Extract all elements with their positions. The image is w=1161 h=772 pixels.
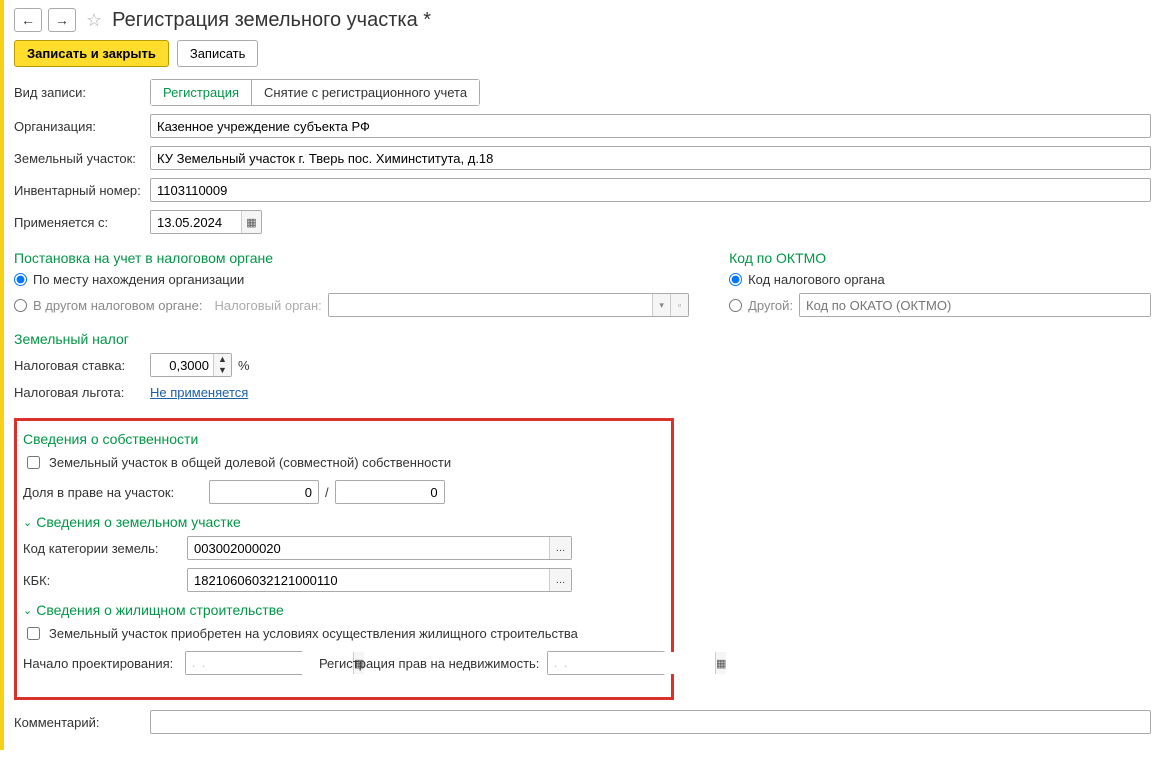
plot-info-expander[interactable]: ⌄ Сведения о земельном участке — [23, 514, 665, 530]
tax-reg-location-radio[interactable] — [14, 273, 27, 286]
kbk-combo[interactable]: … — [187, 568, 572, 592]
percent-label: % — [238, 358, 250, 373]
favorite-star-icon[interactable]: ☆ — [86, 10, 102, 31]
highlighted-section: Сведения о собственности Земельный участ… — [14, 418, 674, 700]
organization-label: Организация: — [14, 119, 144, 134]
oktmo-title: Код по ОКТМО — [729, 250, 1151, 266]
kbk-label: КБК: — [23, 573, 181, 588]
ellipsis-icon[interactable]: … — [549, 537, 571, 559]
record-type-deregistration[interactable]: Снятие с регистрационного учета — [252, 79, 480, 106]
organization-input[interactable] — [150, 114, 1151, 138]
tax-reg-other-radio[interactable] — [14, 299, 27, 312]
comment-label: Комментарий: — [14, 715, 144, 730]
calendar-icon[interactable]: ▦ — [241, 211, 261, 233]
oktmo-tax-code-radio[interactable] — [729, 273, 742, 286]
share-separator: / — [325, 485, 329, 500]
oktmo-other-radio[interactable] — [729, 299, 742, 312]
oktmo-other-label: Другой: — [748, 298, 793, 313]
record-type-label: Вид записи: — [14, 85, 144, 100]
save-button[interactable]: Записать — [177, 40, 259, 67]
calendar-icon[interactable]: ▦ — [715, 652, 726, 674]
plot-info-title: Сведения о земельном участке — [36, 514, 241, 530]
dropdown-icon[interactable]: ▾ — [652, 294, 670, 316]
share-label: Доля в праве на участок: — [23, 485, 203, 500]
nav-forward-button[interactable]: → — [48, 8, 76, 32]
record-type-registration[interactable]: Регистрация — [150, 79, 252, 106]
record-type-toggle: Регистрация Снятие с регистрационного уч… — [150, 79, 480, 106]
land-tax-title: Земельный налог — [14, 331, 1151, 347]
land-category-input[interactable] — [188, 537, 549, 559]
okato-combo[interactable] — [799, 293, 1151, 317]
housing-title: Сведения о жилищном строительстве — [36, 602, 284, 618]
design-start-date[interactable]: ▦ — [185, 651, 303, 675]
tax-reg-other-label: В другом налоговом органе: — [33, 298, 202, 313]
applies-from-date[interactable]: ▦ — [150, 210, 262, 234]
kbk-input[interactable] — [188, 569, 549, 591]
tax-benefit-link[interactable]: Не применяется — [150, 385, 248, 400]
tax-authority-input[interactable] — [329, 294, 652, 316]
housing-expander[interactable]: ⌄ Сведения о жилищном строительстве — [23, 602, 665, 618]
page-title: Регистрация земельного участка * — [112, 9, 431, 32]
save-and-close-button[interactable]: Записать и закрыть — [14, 40, 169, 67]
tax-rate-label: Налоговая ставка: — [14, 358, 144, 373]
land-category-label: Код категории земель: — [23, 541, 181, 556]
tax-registration-title: Постановка на учет в налоговом органе — [14, 250, 689, 266]
nav-back-button[interactable]: ← — [14, 8, 42, 32]
share-denominator-input[interactable] — [335, 480, 445, 504]
tax-rate-input[interactable] — [151, 354, 213, 376]
spinner-icon[interactable]: ▲▼ — [213, 354, 231, 376]
land-category-combo[interactable]: … — [187, 536, 572, 560]
comment-input[interactable] — [150, 710, 1151, 734]
inventory-number-label: Инвентарный номер: — [14, 183, 144, 198]
applies-from-label: Применяется с: — [14, 215, 144, 230]
rights-reg-date[interactable]: ▦ — [547, 651, 665, 675]
design-start-label: Начало проектирования: — [23, 656, 179, 671]
rights-reg-input[interactable] — [548, 652, 715, 674]
ownership-title: Сведения о собственности — [23, 431, 665, 447]
oktmo-tax-code-label: Код налогового органа — [748, 272, 885, 287]
tax-authority-combo[interactable]: ▾ ▫ — [328, 293, 689, 317]
applies-from-date-input[interactable] — [151, 211, 241, 233]
shared-ownership-checkbox[interactable] — [27, 456, 40, 469]
tax-benefit-label: Налоговая льгота: — [14, 385, 144, 400]
okato-input[interactable] — [800, 294, 1150, 316]
ellipsis-icon[interactable]: … — [549, 569, 571, 591]
share-numerator-input[interactable] — [209, 480, 319, 504]
housing-acquired-label: Земельный участок приобретен на условиях… — [49, 626, 578, 641]
inventory-number-input[interactable] — [150, 178, 1151, 202]
tax-reg-location-label: По месту нахождения организации — [33, 272, 244, 287]
chevron-down-icon: ⌄ — [23, 516, 32, 529]
rights-reg-label: Регистрация прав на недвижимость: — [319, 656, 541, 671]
tax-authority-placeholder: Налоговый орган: — [214, 298, 321, 313]
housing-acquired-checkbox[interactable] — [27, 627, 40, 640]
chevron-down-icon: ⌄ — [23, 604, 32, 617]
tax-rate-field[interactable]: ▲▼ — [150, 353, 232, 377]
land-plot-input[interactable] — [150, 146, 1151, 170]
land-plot-label: Земельный участок: — [14, 151, 144, 166]
shared-ownership-label: Земельный участок в общей долевой (совме… — [49, 455, 451, 470]
open-icon[interactable]: ▫ — [670, 294, 688, 316]
